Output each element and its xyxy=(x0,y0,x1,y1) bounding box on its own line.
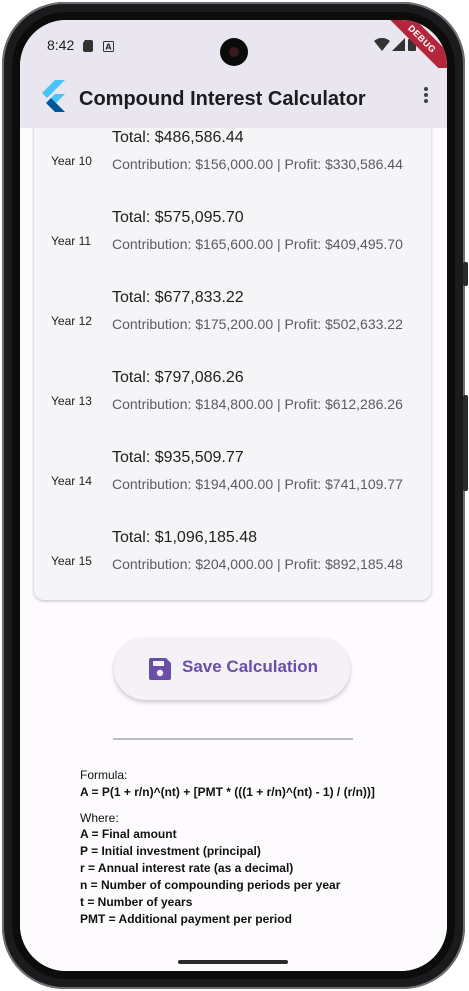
definition-item: t = Number of years xyxy=(80,895,193,909)
where-label: Where: xyxy=(80,811,119,825)
formula-section: Formula: A = P(1 + r/n)^(nt) + [PMT * ((… xyxy=(80,768,440,929)
year-label: Year 12 xyxy=(51,314,92,328)
sim-card-icon xyxy=(83,39,93,57)
contribution-profit: Contribution: $156,000.00 | Profit: $330… xyxy=(112,156,403,172)
total-amount: Total: $797,086.26 xyxy=(112,369,244,386)
phone-frame: 8:42 A DEBUG Compound Interest Calculato… xyxy=(0,0,469,991)
side-button xyxy=(463,262,468,286)
wifi-icon xyxy=(374,37,390,56)
formula-label: Formula: xyxy=(80,768,128,782)
list-item: Year 15 Total: $1,096,185.48 Contributio… xyxy=(34,529,431,609)
contribution-profit: Contribution: $165,600.00 | Profit: $409… xyxy=(112,236,403,252)
flutter-logo-icon xyxy=(39,80,65,117)
results-card: Year 10 Total: $486,586.44 Contribution:… xyxy=(34,128,431,600)
volume-button xyxy=(463,395,468,491)
contribution-profit: Contribution: $204,000.00 | Profit: $892… xyxy=(112,556,403,572)
screen: 8:42 A DEBUG Compound Interest Calculato… xyxy=(20,20,447,971)
year-label: Year 14 xyxy=(51,474,92,488)
divider xyxy=(113,738,353,740)
definition-item: n = Number of compounding periods per ye… xyxy=(80,878,341,892)
save-icon xyxy=(149,658,171,685)
svg-text:A: A xyxy=(105,43,112,52)
app-bar: Compound Interest Calculator xyxy=(20,68,447,128)
total-amount: Total: $1,096,185.48 xyxy=(112,529,258,546)
list-item: Year 13 Total: $797,086.26 Contribution:… xyxy=(34,369,431,449)
year-label: Year 13 xyxy=(51,394,92,408)
save-button-label: Save Calculation xyxy=(182,657,319,676)
list-item: Year 11 Total: $575,095.70 Contribution:… xyxy=(34,209,431,289)
list-item: Year 14 Total: $935,509.77 Contribution:… xyxy=(34,449,431,529)
contribution-profit: Contribution: $184,800.00 | Profit: $612… xyxy=(112,396,403,412)
contribution-profit: Contribution: $194,400.00 | Profit: $741… xyxy=(112,476,403,492)
year-label: Year 15 xyxy=(51,554,92,568)
signal-icon xyxy=(392,38,405,56)
list-item: Year 12 Total: $677,833.22 Contribution:… xyxy=(34,289,431,369)
total-amount: Total: $935,509.77 xyxy=(112,449,244,466)
keyboard-icon: A xyxy=(103,39,114,57)
definition-item: r = Annual interest rate (as a decimal) xyxy=(80,861,294,875)
total-amount: Total: $575,095.70 xyxy=(112,209,244,226)
app-title: Compound Interest Calculator xyxy=(79,88,366,110)
definition-item: A = Final amount xyxy=(80,827,177,841)
formula-text: A = P(1 + r/n)^(nt) + [PMT * (((1 + r/n)… xyxy=(80,785,375,799)
list-item: Year 10 Total: $486,586.44 Contribution:… xyxy=(34,129,431,209)
total-amount: Total: $486,586.44 xyxy=(112,129,244,146)
scroll-content[interactable]: Year 10 Total: $486,586.44 Contribution:… xyxy=(20,128,447,971)
year-label: Year 10 xyxy=(51,154,92,168)
gesture-nav-bar[interactable] xyxy=(178,960,288,964)
status-bar: 8:42 A DEBUG xyxy=(20,20,447,85)
definition-item: P = Initial investment (principal) xyxy=(80,844,261,858)
save-calculation-button[interactable]: Save Calculation xyxy=(114,638,350,700)
front-camera xyxy=(220,38,248,66)
contribution-profit: Contribution: $175,200.00 | Profit: $502… xyxy=(112,316,403,332)
more-vert-icon[interactable] xyxy=(422,87,430,107)
status-time: 8:42 xyxy=(47,37,75,53)
total-amount: Total: $677,833.22 xyxy=(112,289,244,306)
year-label: Year 11 xyxy=(51,234,92,248)
definition-item: PMT = Additional payment per period xyxy=(80,912,292,926)
